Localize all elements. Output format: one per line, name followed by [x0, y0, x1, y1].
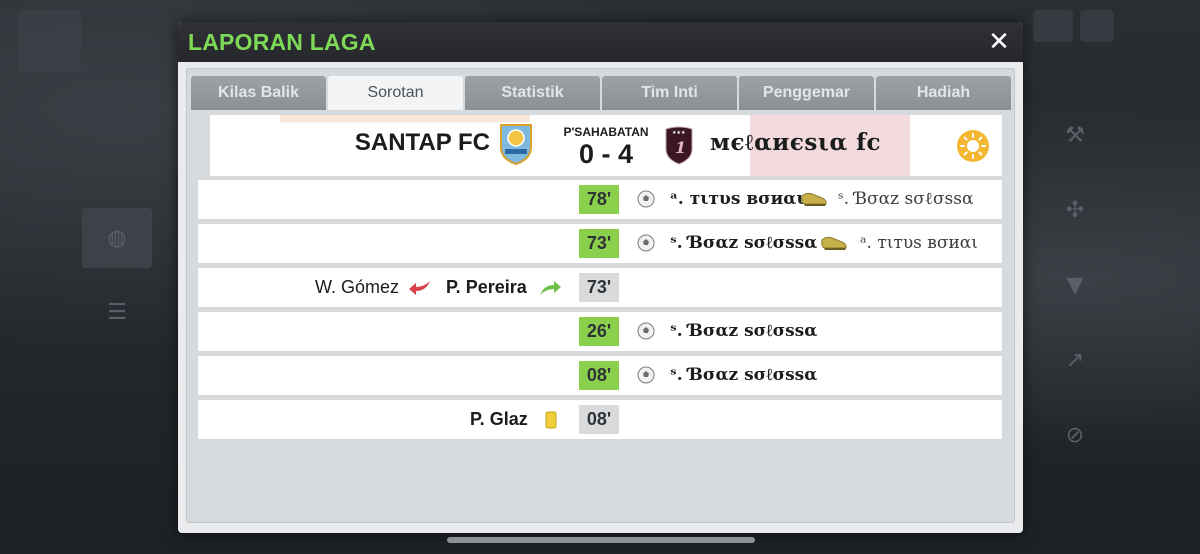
bg-right-item: ⊘	[1065, 422, 1085, 448]
match-events-list: 78' ᵃ. тιтυѕ вσиαι ˢ. Ɓσαz ѕσℓσѕѕα 73' ˢ…	[198, 180, 1002, 444]
home-team-name: SANTAP FC	[354, 129, 490, 156]
event-row-goal: 78' ᵃ. тιтυѕ вσиαι ˢ. Ɓσαz ѕσℓσѕѕα	[198, 180, 1002, 219]
player-out: W. Gómez	[315, 277, 400, 297]
bg-back-button	[18, 10, 81, 72]
tab-statistik[interactable]: Statistik	[465, 76, 600, 110]
event-row-goal: 08' ˢ. Ɓσαz ѕσℓσѕѕα	[198, 356, 1002, 395]
event-minute: 78'	[579, 185, 619, 214]
home-indicator	[447, 537, 755, 543]
boot-icon	[801, 192, 827, 206]
ball-icon	[637, 366, 655, 384]
match-score: 0 - 4	[578, 139, 634, 169]
tab-tim-inti[interactable]: Tim Inti	[602, 76, 737, 110]
sub-in-arrow-icon	[540, 281, 561, 295]
away-crest-number: 1	[675, 138, 686, 157]
score-banner: SANTAP FC P'SAHABATAN 0 - 4 ★★★ 1 мєℓαиє…	[210, 115, 1002, 176]
event-scorer: ᵃ. тιтυѕ вσиαι	[670, 189, 805, 209]
event-assister: ᵃ. тιтυѕ вσиαι	[860, 233, 978, 253]
tab-hadiah[interactable]: Hadiah	[876, 76, 1011, 110]
bg-top-button	[1033, 10, 1073, 42]
event-minute: 08'	[579, 405, 619, 434]
competition-label: P'SAHABATAN	[563, 125, 649, 139]
modal-title: LAPORAN LAGA	[188, 29, 376, 55]
bg-right-item: ↗	[1065, 347, 1085, 373]
away-crest-icon: ★★★ 1	[665, 126, 693, 165]
close-button[interactable]: ✕	[983, 26, 1015, 58]
bg-right-item: ⚒	[1065, 122, 1085, 148]
bg-right-item: ▼	[1066, 272, 1084, 298]
event-row-goal: 73' ˢ. Ɓσαz ѕσℓσѕѕα ᵃ. тιтυѕ вσиαι	[198, 224, 1002, 263]
match-report-modal: LAPORAN LAGA ✕ Kilas Balik Sorotan Stati…	[178, 22, 1023, 533]
event-minute: 73'	[579, 229, 619, 258]
event-minute: 73'	[579, 273, 619, 302]
event-minute: 26'	[579, 317, 619, 346]
bg-top-button	[1080, 10, 1114, 42]
booked-player: P. Glaz	[470, 409, 528, 429]
boot-icon	[821, 236, 847, 250]
ball-icon	[637, 322, 655, 340]
tab-bar: Kilas Balik Sorotan Statistik Tim Inti P…	[191, 76, 1011, 110]
tab-sorotan[interactable]: Sorotan	[328, 76, 463, 110]
ball-icon	[637, 234, 655, 252]
event-assister: ˢ. Ɓσαz ѕσℓσѕѕα	[838, 189, 974, 209]
yellow-card-icon	[545, 411, 557, 429]
svg-text:★★★: ★★★	[672, 130, 686, 136]
event-row-substitution: W. Gómez P. Pereira 73'	[198, 268, 1002, 307]
away-team-name: мєℓαиєѕια fc	[710, 129, 882, 156]
event-row-goal: 26' ˢ. Ɓσαz ѕσℓσѕѕα	[198, 312, 1002, 351]
tab-penggemar[interactable]: Penggemar	[739, 76, 874, 110]
sun-icon	[957, 130, 989, 162]
home-crest-icon	[500, 124, 532, 165]
player-in: P. Pereira	[446, 277, 527, 297]
modal-header: LAPORAN LAGA ✕	[178, 22, 1023, 62]
event-scorer: ˢ. Ɓσαz ѕσℓσѕѕα	[670, 321, 818, 341]
tab-kilas-balik[interactable]: Kilas Balik	[191, 76, 326, 110]
event-minute: 08'	[579, 361, 619, 390]
ball-icon	[637, 190, 655, 208]
event-scorer: ˢ. Ɓσαz ѕσℓσѕѕα	[670, 233, 818, 253]
sub-out-arrow-icon	[409, 281, 430, 295]
event-scorer: ˢ. Ɓσαz ѕσℓσѕѕα	[670, 365, 818, 385]
bg-sidebar-item: ◍	[82, 208, 152, 268]
event-row-yellow-card: P. Glaz 08'	[198, 400, 1002, 439]
bg-sidebar-item: ☰	[107, 299, 127, 325]
bg-right-item: ✣	[1065, 197, 1085, 223]
